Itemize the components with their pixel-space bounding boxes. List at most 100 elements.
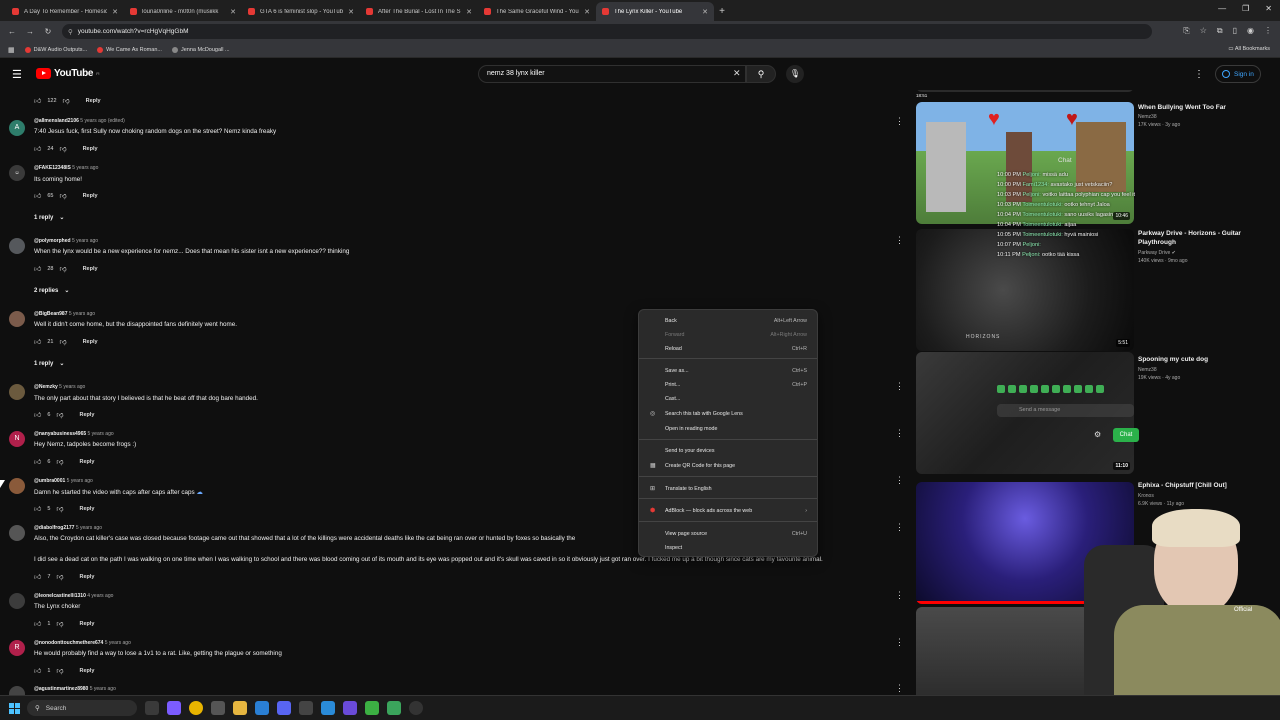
thumbs-up-icon[interactable]: 👍︎ (34, 666, 41, 675)
minimize-icon[interactable]: — (1218, 4, 1226, 13)
thumbs-down-icon[interactable]: 👎︎ (59, 144, 66, 153)
menu-item-qr-code[interactable]: ▦ Create QR Code for this page (639, 460, 817, 472)
search-button[interactable]: ⚲ (746, 65, 776, 83)
comment-author[interactable]: @Nemzky (34, 384, 58, 390)
thumbs-up-icon[interactable]: 👍︎ (34, 337, 41, 346)
browser-menu-icon[interactable]: ⋮ (1264, 26, 1272, 36)
avatar[interactable]: N (9, 431, 25, 447)
taskbar-search[interactable]: ⚲ Search (27, 700, 137, 716)
site-info-icon[interactable]: ⚲ (68, 28, 73, 36)
avatar[interactable] (9, 525, 25, 541)
close-window-icon[interactable]: ✕ (1265, 4, 1272, 13)
video-channel[interactable]: Kronos (1138, 493, 1154, 500)
menu-item-save-as[interactable]: Save as... Ctrl+S (639, 365, 817, 377)
maximize-icon[interactable]: ❐ (1242, 4, 1249, 13)
comment-author[interactable]: @allmensland2106 (34, 118, 79, 124)
comment-menu-icon[interactable]: ⋮ (895, 428, 904, 439)
browser-tab[interactable]: A Day To Remember - Homesic ✕ (6, 2, 124, 21)
comment-author[interactable]: @leonelcastinelli1310 (34, 593, 86, 599)
sign-in-button[interactable]: Sign in (1215, 65, 1261, 83)
comment-menu-icon[interactable]: ⋮ (895, 475, 904, 486)
clear-search-icon[interactable]: ✕ (733, 68, 741, 79)
menu-item-cast[interactable]: Cast... (639, 393, 817, 405)
app-icon[interactable] (299, 701, 313, 715)
menu-item-translate[interactable]: ⊞ Translate to English (639, 483, 817, 495)
avatar[interactable] (9, 686, 25, 695)
menu-item-reading-mode[interactable]: Open in reading mode (639, 423, 817, 435)
browser-tab[interactable]: GTA 6 is feminist slop - YouTub ✕ (242, 2, 360, 21)
app-icon[interactable] (255, 701, 269, 715)
comment-menu-icon[interactable]: ⋮ (895, 637, 904, 648)
thumbs-up-icon[interactable]: 👍︎ (34, 457, 41, 466)
browser-tab[interactable]: After The Burial - Lost In The S ✕ (360, 2, 478, 21)
thumbs-down-icon[interactable]: 👎︎ (56, 619, 63, 628)
menu-item-send-devices[interactable]: Send to your devices (639, 445, 817, 457)
file-explorer-icon[interactable] (233, 701, 247, 715)
menu-item-google-lens[interactable]: ◎ Search this tab with Google Lens (639, 408, 817, 420)
comment-menu-icon[interactable]: ⋮ (895, 235, 904, 246)
thumbs-down-icon[interactable]: 👎︎ (56, 410, 63, 419)
comment-author[interactable]: @nanyabusiness4965 (34, 431, 86, 437)
video-thumbnail-partial[interactable]: 18:51 (916, 90, 1134, 98)
back-arrow-icon[interactable]: ← (6, 27, 18, 36)
reply-button[interactable]: Reply (80, 668, 95, 674)
forward-arrow-icon[interactable]: → (24, 27, 36, 36)
avatar[interactable]: ☺ (9, 165, 25, 181)
hamburger-menu-icon[interactable]: ☰ (12, 68, 22, 81)
discord-icon[interactable] (277, 701, 291, 715)
chrome-icon[interactable] (189, 701, 203, 715)
bookmark-star-icon[interactable]: ☆ (1200, 26, 1207, 36)
video-title[interactable]: Parkway Drive - Horizons - Guitar Playth… (1138, 229, 1258, 247)
reply-button[interactable]: Reply (80, 506, 95, 512)
bookmark-item[interactable]: Jenna McDougall ... (171, 46, 230, 53)
reply-button[interactable]: Reply (80, 574, 95, 580)
avatar[interactable]: R (9, 640, 25, 656)
comment-menu-icon[interactable]: ⋮ (895, 116, 904, 127)
close-tab-icon[interactable]: ✕ (702, 8, 708, 16)
close-tab-icon[interactable]: ✕ (112, 8, 118, 16)
voice-search-button[interactable]: 🎙 (786, 65, 804, 83)
thumbs-down-icon[interactable]: 👎︎ (59, 191, 66, 200)
app-icon[interactable] (387, 701, 401, 715)
comment-author[interactable]: @agustinmartinez8980 (34, 686, 88, 692)
menu-item-print[interactable]: Print... Ctrl+P (639, 379, 817, 391)
close-tab-icon[interactable]: ✕ (348, 8, 354, 16)
avatar[interactable] (9, 478, 25, 494)
menu-item-forward[interactable]: Forward Alt+Right Arrow (639, 329, 817, 341)
profile-icon[interactable]: ◉ (1247, 26, 1254, 36)
reply-button[interactable]: Reply (80, 621, 95, 627)
all-bookmarks[interactable]: ▭ All Bookmarks (1228, 46, 1270, 52)
apps-grid-icon[interactable]: ▦ (8, 46, 15, 54)
browser-tab-active[interactable]: The Lynx Killer - YouTube ✕ (596, 2, 714, 21)
app-icon[interactable] (343, 701, 357, 715)
avatar[interactable] (9, 593, 25, 609)
thumbs-up-icon[interactable]: 👍︎ (34, 191, 41, 200)
reply-button[interactable]: Reply (83, 146, 98, 152)
app-icon[interactable] (321, 701, 335, 715)
comment-author[interactable]: @FAKE12348IS (34, 165, 71, 171)
reply-button[interactable]: Reply (83, 339, 98, 345)
thumbs-down-icon[interactable]: 👎︎ (56, 666, 63, 675)
video-channel[interactable]: Nemz38 (1138, 114, 1157, 121)
comment-author[interactable]: @polymorphed (34, 238, 71, 244)
menu-item-adblock[interactable]: ⬢ AdBlock — block ads across the web › (639, 505, 817, 517)
comment-author[interactable]: @umbra0001 (34, 478, 65, 484)
app-icon[interactable] (167, 701, 181, 715)
bookmark-item[interactable]: D&W Audio Outputs... (24, 46, 87, 53)
avatar[interactable] (9, 311, 25, 327)
obs-icon[interactable] (409, 701, 423, 715)
reply-button[interactable]: Reply (80, 412, 95, 418)
view-replies-button[interactable]: 1 reply ⌄ (34, 360, 64, 368)
task-view-icon[interactable] (145, 701, 159, 715)
close-tab-icon[interactable]: ✕ (584, 8, 590, 16)
thumbs-up-icon[interactable]: 👍︎ (34, 504, 41, 513)
reply-button[interactable]: Reply (86, 98, 101, 104)
browser-tab[interactable]: louna0nline - m0t0n (musiikk ✕ (124, 2, 242, 21)
comment-menu-icon[interactable]: ⋮ (895, 381, 904, 392)
app-icon[interactable] (365, 701, 379, 715)
search-input[interactable]: nemz 38 lynx killer (478, 65, 746, 83)
avatar[interactable]: A (9, 120, 25, 136)
youtube-logo[interactable]: YouTube FI (36, 68, 99, 79)
thumbs-down-icon[interactable]: 👎︎ (56, 457, 63, 466)
thumbs-up-icon[interactable]: 👍︎ (34, 410, 41, 419)
